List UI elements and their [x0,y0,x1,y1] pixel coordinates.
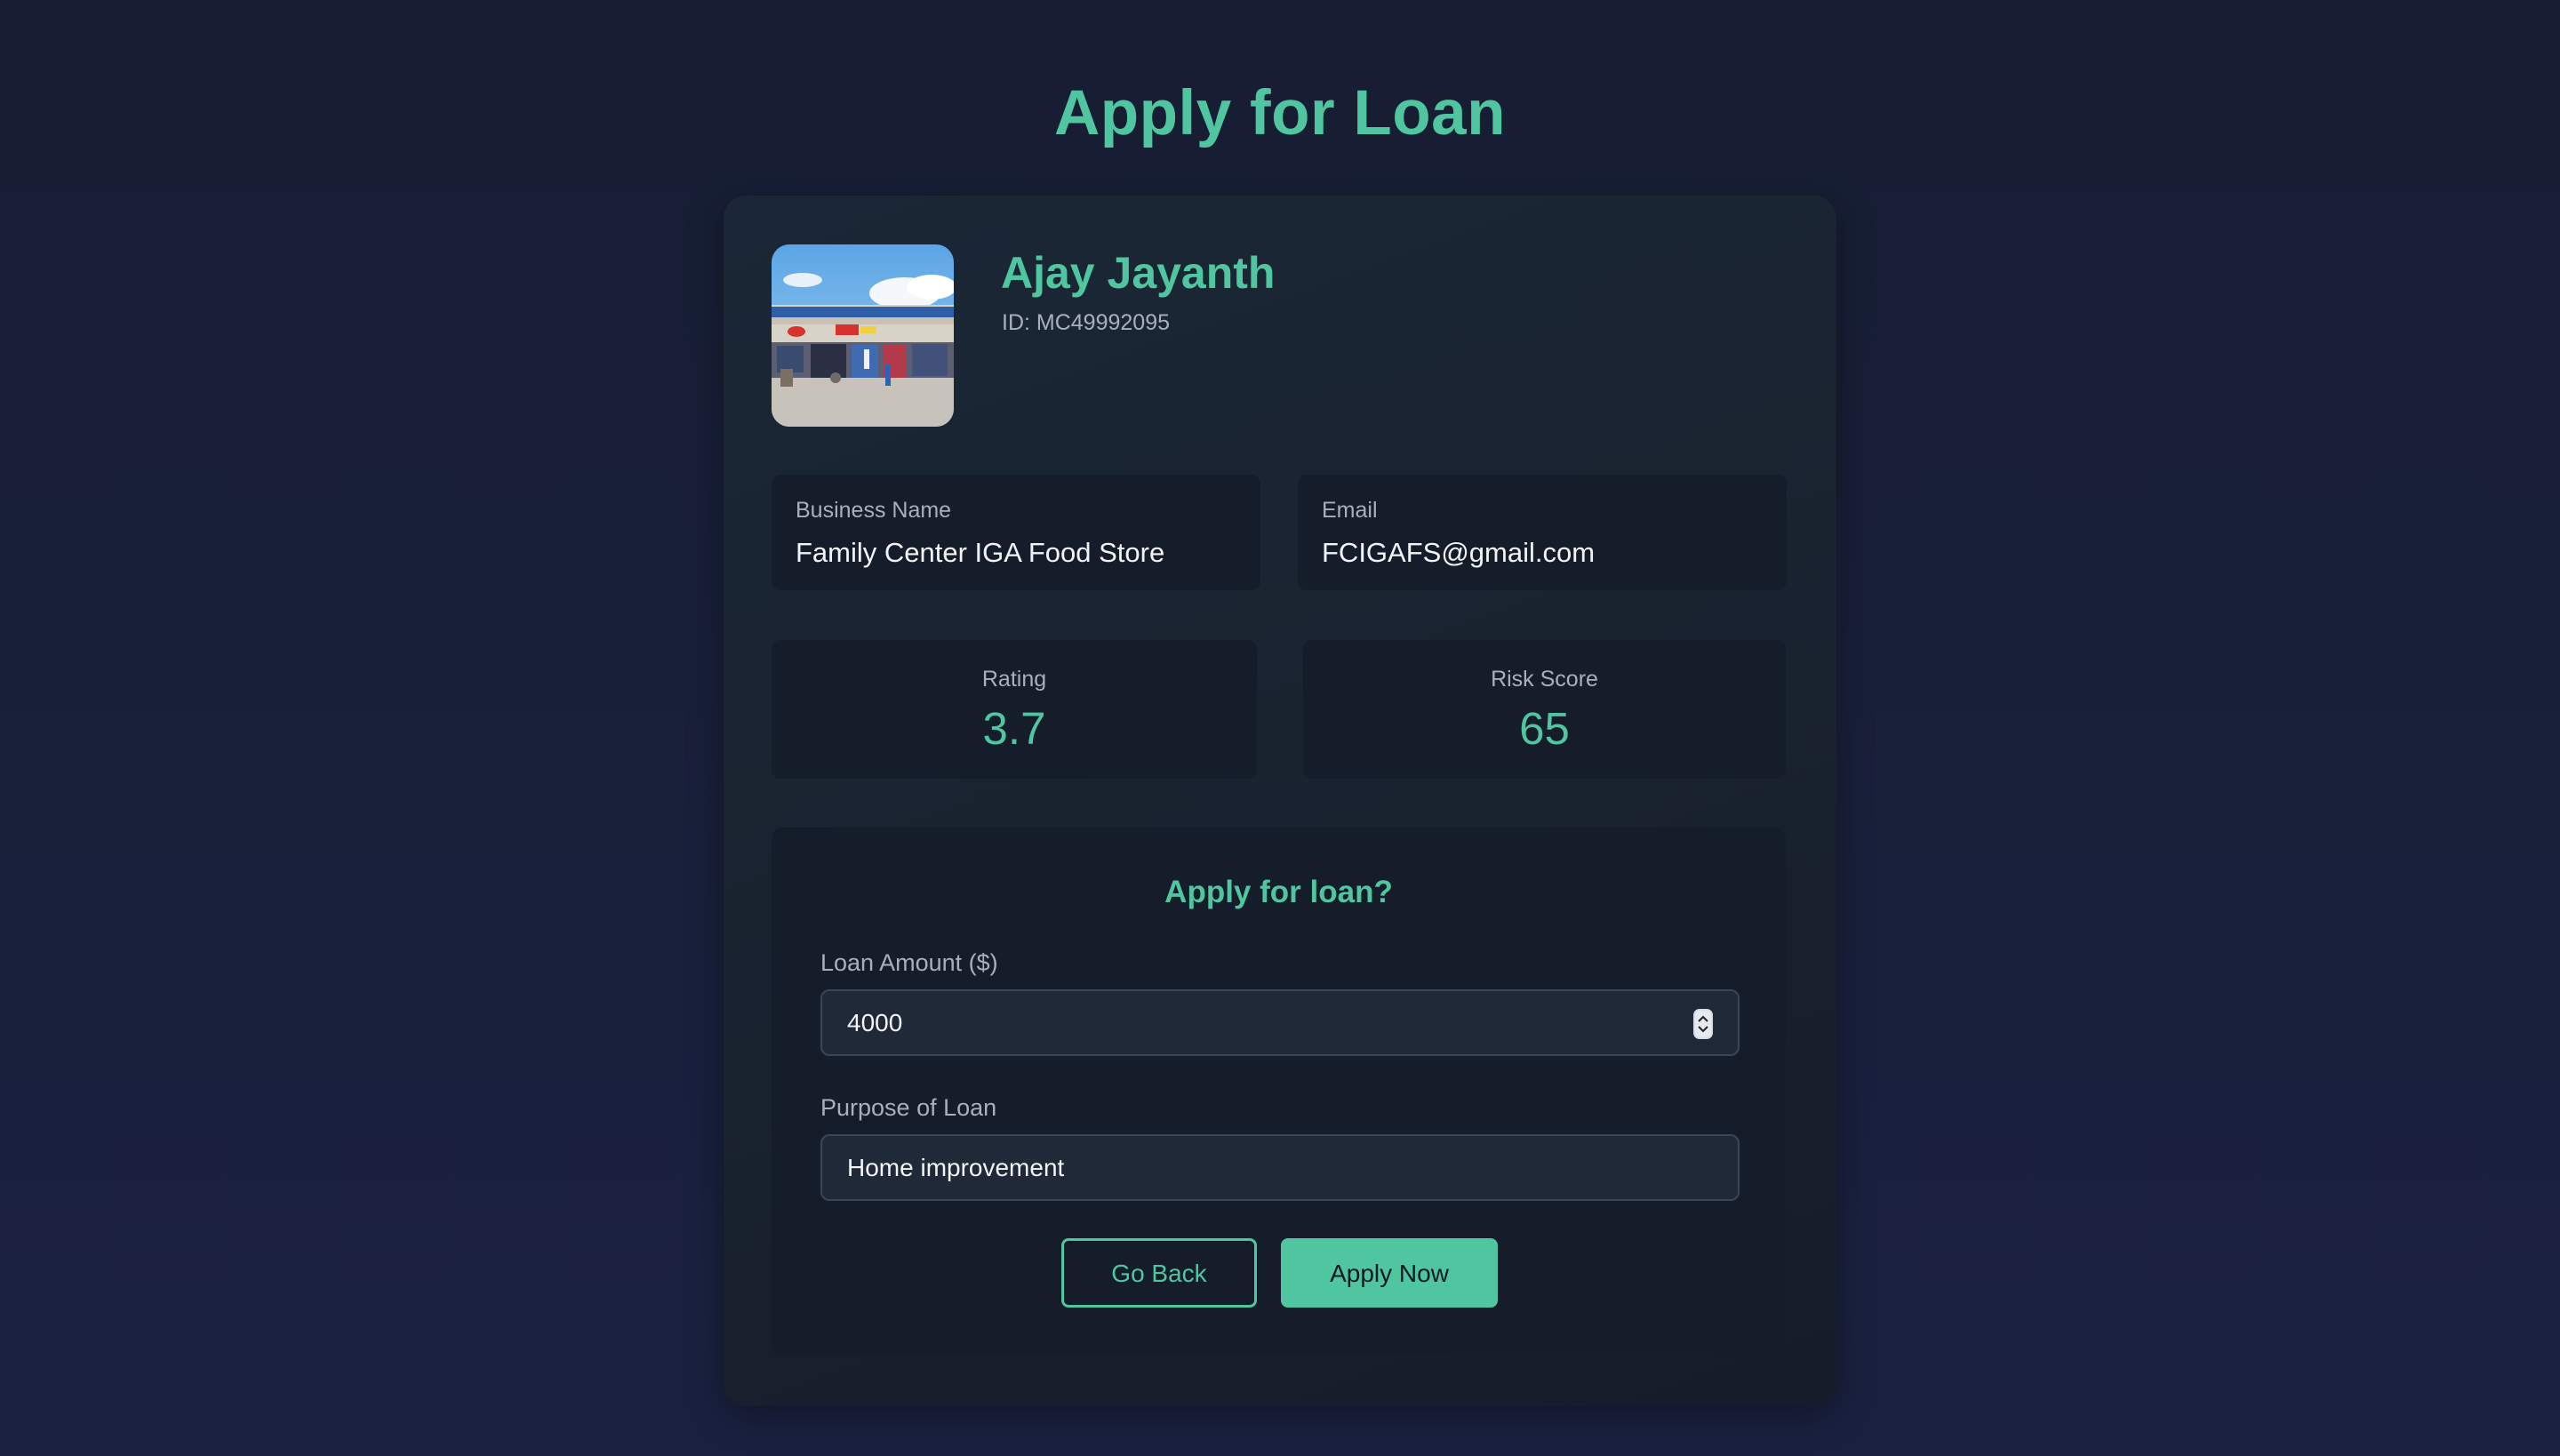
loan-purpose-value: Home improvement [847,1154,1065,1181]
profile-name: Ajay Jayanth [1001,248,1276,298]
rating-value: 3.7 [982,703,1046,754]
risk-score-label: Risk Score [1491,667,1598,692]
risk-score-box: Risk Score 65 [1303,640,1786,779]
loan-purpose-label: Purpose of Loan [820,1094,997,1121]
go-back-button[interactable]: Go Back [1061,1238,1257,1308]
email-box: Email FCIGAFS@gmail.com [1298,475,1787,590]
business-name-box: Business Name Family Center IGA Food Sto… [772,475,1260,590]
number-spinner-icon[interactable] [1693,1009,1713,1039]
loan-amount-value: 4000 [847,1009,903,1036]
apply-now-button[interactable]: Apply Now [1281,1238,1498,1308]
email-label: Email [1322,498,1378,523]
email-value: FCIGAFS@gmail.com [1322,537,1596,568]
profile-id: ID: MC49992095 [1002,310,1171,335]
page-title: Apply for Loan [1054,78,1506,148]
rating-label: Rating [981,667,1047,692]
loan-purpose-input[interactable]: Home improvement [820,1134,1740,1201]
loan-form-title: Apply for loan? [1164,875,1393,909]
loan-amount-label: Loan Amount ($) [820,949,998,976]
avatar [772,244,954,427]
business-name-value: Family Center IGA Food Store [796,537,1165,568]
business-name-label: Business Name [796,498,952,523]
loan-amount-input[interactable]: 4000 [820,989,1740,1056]
rating-box: Rating 3.7 [772,640,1257,779]
risk-score-value: 65 [1519,703,1570,754]
storefront-image [772,244,954,427]
